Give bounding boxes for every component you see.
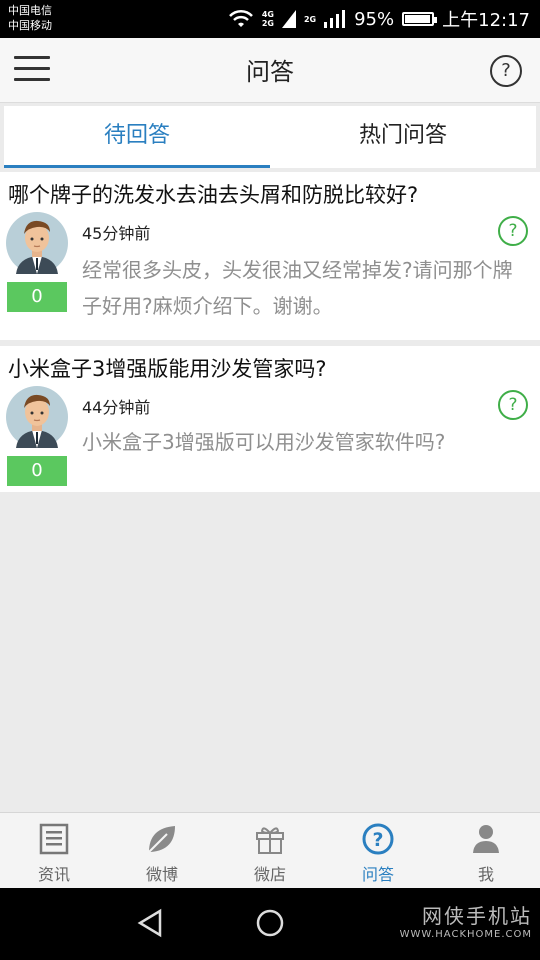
watermark-url: WWW.HACKHOME.COM xyxy=(399,929,532,940)
avatar xyxy=(6,386,68,448)
status-indicators: 4G 2G 2G 95% 上午12:17 xyxy=(228,6,530,32)
question-list: 哪个牌子的洗发水去油去头屑和防脱比较好? 0 45分钟前 ? 经常很多头皮，头发… xyxy=(0,172,540,498)
bottom-nav: 资讯 微博 微店 ? 问答 我 xyxy=(0,812,540,889)
clock: 上午12:17 xyxy=(442,10,530,31)
question-description: 小米盒子3增强版可以用沙发管家软件吗? xyxy=(82,430,446,454)
nav-label: 问答 xyxy=(361,865,394,884)
tab-popular[interactable]: 热门问答 xyxy=(270,106,536,168)
battery-fill xyxy=(405,15,430,23)
answer-icon[interactable]: ? xyxy=(498,390,528,420)
question-icon: ? xyxy=(362,823,394,855)
question-time: 44分钟前 xyxy=(82,398,151,417)
nav-label: 资讯 xyxy=(37,865,70,884)
tab-pending[interactable]: 待回答 xyxy=(4,106,270,168)
answer-icon[interactable]: ? xyxy=(498,216,528,246)
battery-icon xyxy=(402,12,438,26)
nav-item-weibo[interactable]: 微博 xyxy=(108,813,216,889)
carrier-1: 中国电信 xyxy=(8,4,52,17)
app-header: 问答 ? xyxy=(0,38,540,103)
nav-item-shop[interactable]: 微店 xyxy=(216,813,324,889)
answer-count-badge: 0 xyxy=(7,456,67,486)
battery-percent: 95% xyxy=(354,8,395,30)
carrier-info: 中国电信 中国移动 xyxy=(8,3,52,33)
question-description: 经常很多头皮，头发很油又经常掉发?请问那个牌子好用?麻烦介绍下。谢谢。 xyxy=(82,258,513,318)
question-title: 小米盒子3增强版能用沙发管家吗? xyxy=(8,357,327,381)
watermark: 网侠手机站 WWW.HACKHOME.COM xyxy=(400,900,532,940)
watermark-name: 网侠手机站 xyxy=(422,904,532,928)
question-title: 哪个牌子的洗发水去油去头屑和防脱比较好? xyxy=(8,183,419,207)
network-type-1: 4G 2G xyxy=(261,10,274,28)
network-type-2: 2G xyxy=(303,14,317,24)
tab-bar: 待回答 热门问答 xyxy=(4,106,536,168)
system-nav-bar: 网侠手机站 WWW.HACKHOME.COM xyxy=(0,888,540,960)
signal-icon-2 xyxy=(324,10,346,28)
leaf-icon xyxy=(148,826,175,853)
signal-icon-1 xyxy=(281,10,296,28)
page-title: 问答 xyxy=(246,58,294,86)
answer-count-badge: 0 xyxy=(7,282,67,312)
nav-label: 微店 xyxy=(253,865,286,884)
question-card[interactable]: 哪个牌子的洗发水去油去头屑和防脱比较好? 0 45分钟前 ? 经常很多头皮，头发… xyxy=(0,172,540,340)
person-icon xyxy=(473,825,499,853)
carrier-2: 中国移动 xyxy=(8,19,52,32)
nav-item-me[interactable]: 我 xyxy=(432,813,540,889)
wifi-icon xyxy=(228,9,253,27)
nav-label: 微博 xyxy=(145,865,178,884)
avatar xyxy=(6,212,68,274)
nav-label: 我 xyxy=(477,865,494,884)
back-icon[interactable] xyxy=(136,908,164,938)
question-time: 45分钟前 xyxy=(82,224,151,243)
nav-item-news[interactable]: 资讯 xyxy=(0,813,108,889)
news-icon xyxy=(39,823,69,855)
help-button[interactable]: ? xyxy=(490,55,522,87)
home-icon[interactable] xyxy=(255,908,285,938)
status-bar: 中国电信 中国移动 4G 2G 2G 95% 上午12:17 xyxy=(0,0,540,38)
question-card[interactable]: 小米盒子3增强版能用沙发管家吗? 0 44分钟前 ? 小米盒子3增强版可以用沙发… xyxy=(0,346,540,492)
gift-icon xyxy=(256,827,284,854)
svg-text:?: ? xyxy=(372,829,383,851)
nav-item-qa[interactable]: ? 问答 xyxy=(324,813,432,889)
